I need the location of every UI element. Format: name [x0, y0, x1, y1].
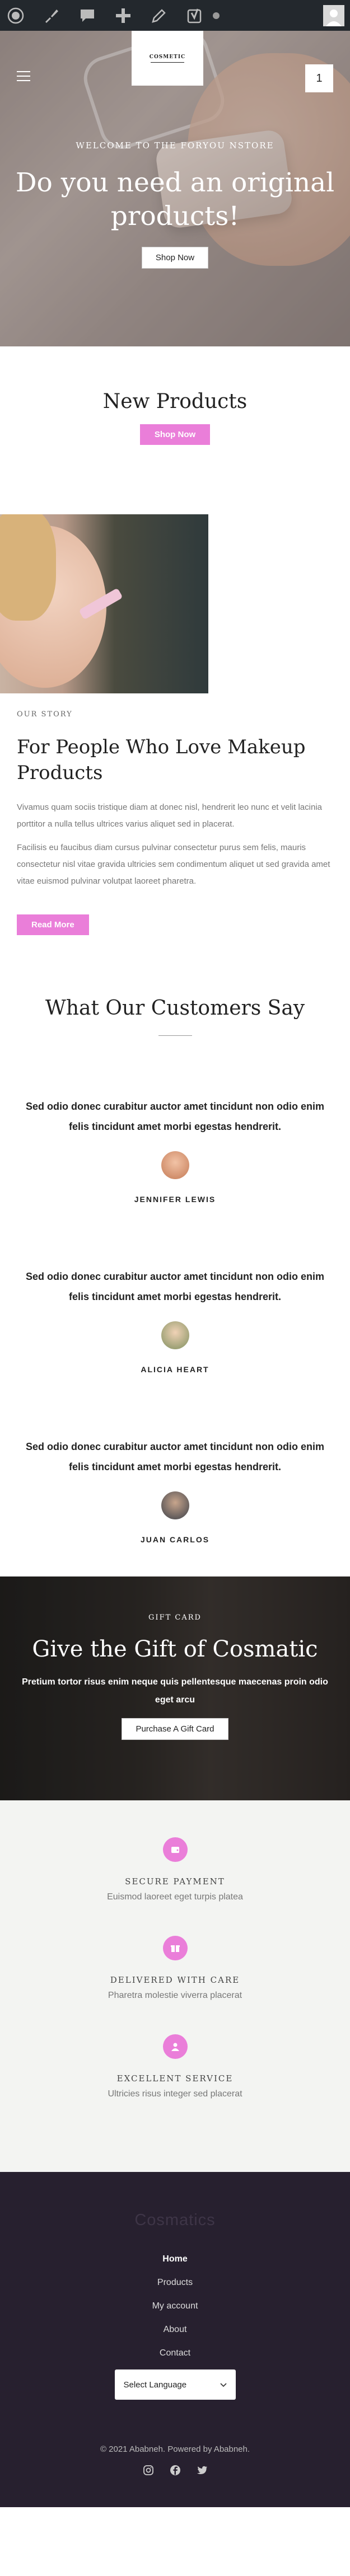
testimonials-title: What Our Customers Say	[45, 997, 305, 1020]
gift-eyebrow: GIFT CARD	[148, 1613, 202, 1622]
purchase-gift-card-button[interactable]: Purchase A Gift Card	[122, 1718, 228, 1740]
footer-link-products[interactable]: Products	[0, 2271, 350, 2295]
new-products-title: New Products	[102, 390, 248, 413]
testimonial-item: Sed odio donec curabitur auctor amet tin…	[0, 1266, 350, 1374]
footer-logo[interactable]: Cosmatics	[0, 2211, 350, 2230]
customer-avatar	[161, 1321, 189, 1349]
read-more-button[interactable]: Read More	[17, 914, 89, 935]
cart-count: 1	[316, 72, 323, 85]
hamburger-menu-icon[interactable]	[17, 71, 30, 81]
site-footer: Cosmatics Home Products My account About…	[0, 2172, 350, 2507]
footer-link-home[interactable]: Home	[0, 2247, 350, 2271]
support-icon	[162, 2034, 188, 2059]
copyright-text: © 2021 Ababneh. Powered by Ababneh.	[100, 2444, 250, 2454]
customer-avatar	[161, 1491, 189, 1519]
gift-icon	[162, 1936, 188, 1960]
feature-title: SECURE PAYMENT	[125, 1876, 225, 1887]
story-paragraph-2: Facilisis eu faucibus diam cursus pulvin…	[17, 843, 330, 886]
chevron-down-icon	[220, 2380, 227, 2390]
hero-shop-now-button[interactable]: Shop Now	[141, 247, 209, 269]
new-products-section: New Products Shop Now	[0, 346, 350, 514]
cart-button[interactable]: 1	[305, 64, 333, 92]
testimonial-quote: Sed odio donec curabitur auctor amet tin…	[25, 1271, 325, 1302]
comments-icon[interactable]	[77, 6, 97, 26]
feature-text: Euismod laoreet eget turpis platea	[107, 1892, 243, 1902]
new-icon[interactable]	[113, 6, 133, 26]
hero-title: Do you need an original products!	[15, 167, 335, 232]
language-select[interactable]: Select Language	[114, 2369, 236, 2400]
testimonials-section: What Our Customers Say Sed odio donec cu…	[0, 935, 350, 1576]
story-title: For People Who Love Makeup Products	[17, 736, 306, 784]
title-divider	[158, 1035, 192, 1036]
feature-text: Pharetra molestie viverra placerat	[108, 1991, 242, 2000]
hero-eyebrow: WELCOME TO THE FORYOU NSTORE	[76, 140, 274, 151]
logo-text: COSMETIC	[149, 54, 186, 60]
social-links	[0, 2464, 350, 2476]
user-avatar[interactable]	[323, 4, 344, 26]
customer-name: JENNIFER LEWIS	[134, 1195, 216, 1204]
instagram-icon[interactable]	[142, 2464, 155, 2476]
feature-item: EXCELLENT SERVICE Ultricies risus intege…	[0, 2034, 350, 2099]
customer-avatar	[161, 1151, 189, 1179]
language-select-value: Select Language	[123, 2380, 187, 2390]
wordpress-icon[interactable]	[6, 6, 26, 26]
footer-menu: Home Products My account About Contact	[0, 2247, 350, 2365]
features-section: SECURE PAYMENT Euismod laoreet eget turp…	[0, 1800, 350, 2172]
testimonial-quote: Sed odio donec curabitur auctor amet tin…	[25, 1441, 325, 1472]
customize-icon[interactable]	[41, 6, 62, 26]
feature-title: EXCELLENT SERVICE	[116, 2073, 234, 2084]
site-logo[interactable]: COSMETIC	[132, 31, 203, 86]
feature-title: DELIVERED WITH CARE	[110, 1975, 240, 1985]
testimonial-item: Sed odio donec curabitur auctor amet tin…	[0, 1096, 350, 1204]
new-products-shop-now-button[interactable]: Shop Now	[139, 424, 211, 445]
footer-link-contact[interactable]: Contact	[0, 2342, 350, 2365]
facebook-icon[interactable]	[169, 2464, 181, 2476]
yoast-icon[interactable]	[185, 6, 205, 26]
testimonial-item: Sed odio donec curabitur auctor amet tin…	[0, 1437, 350, 1544]
testimonial-quote: Sed odio donec curabitur auctor amet tin…	[25, 1101, 325, 1132]
status-dot-icon	[213, 12, 220, 19]
gift-title: Give the Gift of Cosmatic	[32, 1636, 318, 1662]
wallet-icon	[162, 1837, 188, 1862]
edit-icon[interactable]	[149, 6, 169, 26]
twitter-icon[interactable]	[196, 2464, 208, 2476]
feature-text: Ultricies risus integer sed placerat	[108, 2089, 242, 2099]
hero-section: COSMETIC 1 WELCOME TO THE FORYOU NSTORE …	[0, 31, 350, 346]
customer-name: ALICIA HEART	[141, 1365, 209, 1374]
footer-link-about[interactable]: About	[0, 2318, 350, 2342]
site-header: COSMETIC 1	[0, 31, 350, 92]
story-section: OUR STORY For People Who Love Makeup Pro…	[0, 693, 350, 935]
footer-link-my-account[interactable]: My account	[0, 2295, 350, 2318]
gift-card-section: GIFT CARD Give the Gift of Cosmatic Pret…	[0, 1576, 350, 1800]
admin-bar	[0, 0, 350, 31]
feature-item: SECURE PAYMENT Euismod laoreet eget turp…	[0, 1837, 350, 1902]
story-paragraph-1: Vivamus quam sociis tristique diam at do…	[17, 803, 322, 829]
feature-item: DELIVERED WITH CARE Pharetra molestie vi…	[0, 1936, 350, 2001]
story-eyebrow: OUR STORY	[17, 710, 73, 719]
gift-text: Pretium tortor risus enim neque quis pel…	[22, 1677, 328, 1705]
customer-name: JUAN CARLOS	[140, 1535, 210, 1544]
story-image	[0, 514, 208, 693]
